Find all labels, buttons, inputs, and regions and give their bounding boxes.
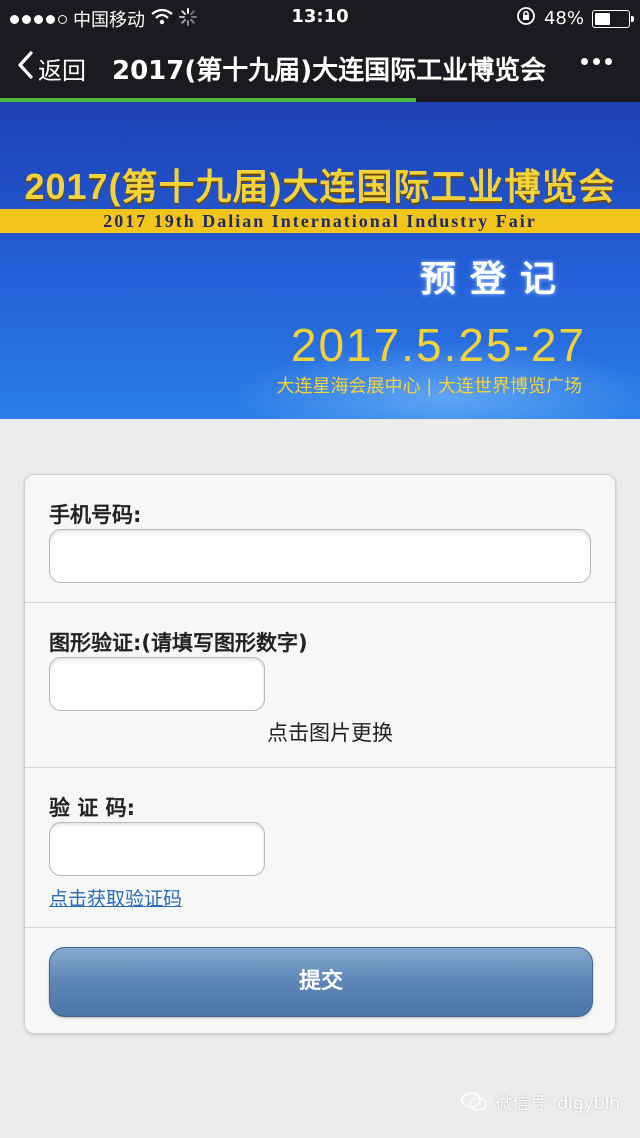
captcha-refresh-link[interactable]: 点击图片更换: [267, 717, 393, 747]
watermark-text: 微信号: dlgyblh: [495, 1094, 620, 1114]
banner-strip: 2017 19th Dalian International Industry …: [0, 209, 640, 233]
phone-input[interactable]: [49, 529, 591, 583]
back-button[interactable]: 返回: [16, 50, 86, 86]
event-banner: 2017(第十九届)大连国际工业博览会 2017 19th Dalian Int…: [0, 102, 640, 419]
captcha-label: 图形验证:(请填写图形数字): [49, 631, 308, 655]
submit-button[interactable]: 提交: [49, 947, 593, 1017]
sms-code-input[interactable]: [49, 822, 265, 876]
get-sms-code-link[interactable]: 点击获取验证码: [49, 884, 182, 911]
wechat-watermark: 微信号: dlgyblh: [461, 1089, 620, 1114]
sms-code-label: 验 证 码:: [49, 796, 136, 820]
banner-title: 2017(第十九届)大连国际工业博览会: [24, 166, 616, 207]
more-options-button[interactable]: [581, 58, 612, 65]
banner-venue: 大连星海会展中心 | 大连世界博览广场: [276, 376, 582, 397]
battery-level: [595, 12, 610, 25]
registration-form: 手机号码: 图形验证:(请填写图形数字) 点击图片更换 验 证 码: 点击获取验…: [24, 474, 616, 1034]
more-dots-icon: [581, 58, 588, 65]
banner-subtitle: 预登记: [419, 258, 570, 300]
captcha-input[interactable]: [49, 657, 265, 711]
banner-date: 2017.5.25-27: [290, 319, 586, 371]
captcha-section: 图形验证:(请填写图形数字) 点击图片更换: [25, 603, 615, 768]
banner-english-title: 2017 19th Dalian International Industry …: [103, 211, 537, 231]
nav-bar: 返回 2017(第十九届)大连国际工业博览会: [0, 34, 640, 98]
chevron-left-icon: [16, 50, 34, 86]
phone-section: 手机号码:: [25, 475, 615, 603]
back-label: 返回: [38, 56, 86, 85]
status-bar: 中国移动 13:10 48%: [0, 0, 640, 34]
orientation-lock-icon: [516, 6, 536, 31]
phone-label: 手机号码:: [49, 503, 142, 527]
status-right: 48%: [516, 6, 634, 31]
wechat-icon: [461, 1091, 488, 1112]
battery-percent: 48%: [543, 8, 584, 29]
sms-section: 验 证 码: 点击获取验证码: [25, 768, 615, 928]
page-title: 2017(第十九届)大连国际工业博览会: [112, 56, 547, 86]
battery-icon: [592, 9, 634, 28]
